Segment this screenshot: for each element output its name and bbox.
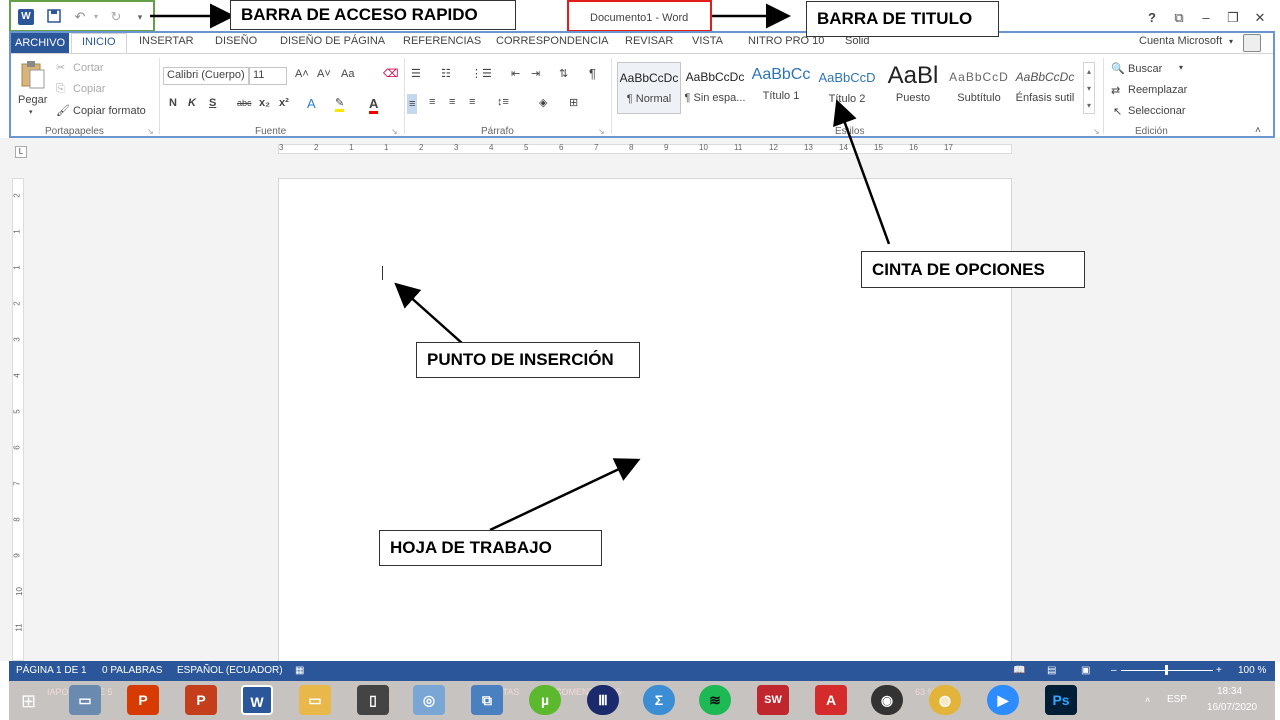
ribbon-arrow [833, 99, 891, 245]
callout-sheet: HOJA DE TRABAJO [379, 530, 602, 566]
callout-insertion: PUNTO DE INSERCIÓN [416, 342, 640, 378]
callout-title: BARRA DE TITULO [806, 1, 999, 37]
annotation-arrows [150, 3, 891, 532]
insertion-arrow [394, 282, 464, 345]
callout-ribbon: CINTA DE OPCIONES [861, 251, 1085, 288]
callout-qat: BARRA DE ACCESO RAPIDO [230, 0, 516, 30]
sheet-arrow [489, 458, 641, 532]
